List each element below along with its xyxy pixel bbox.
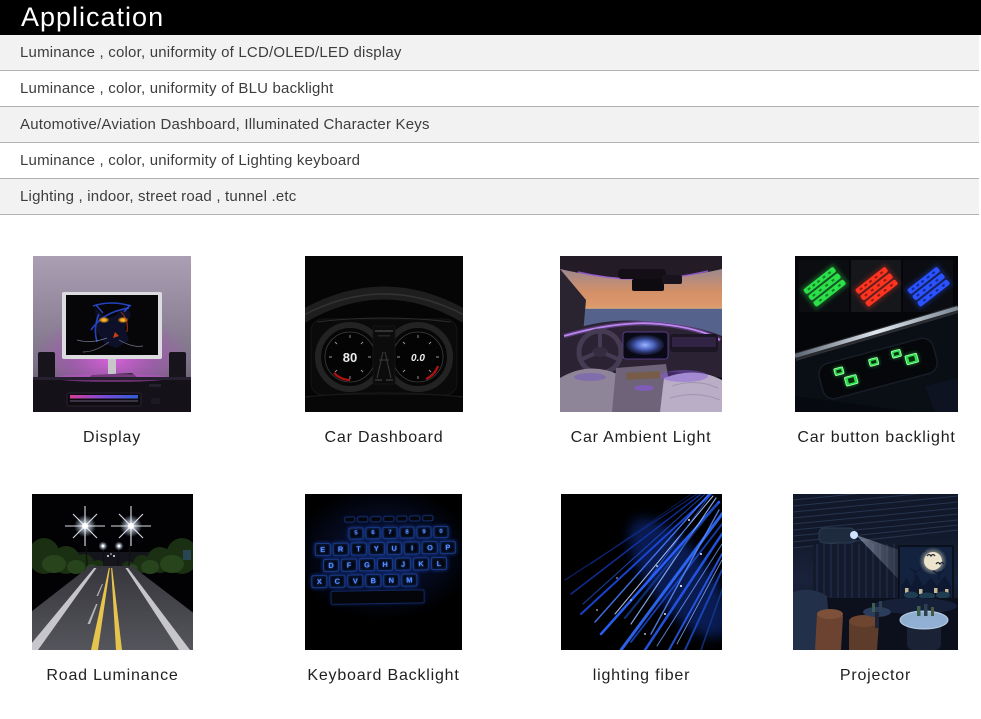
keyboard-spacebar [331, 589, 425, 605]
caption-car-ambient-light: Car Ambient Light [560, 429, 722, 447]
display-image [33, 256, 191, 412]
keyboard-key: 5 [348, 527, 363, 539]
projector-image [793, 494, 958, 650]
speed-readout: 80 [343, 350, 357, 365]
car-ambient-light-photo [560, 256, 722, 412]
gallery-cell-projector: Projector [793, 494, 958, 685]
keyboard-key: G [359, 558, 375, 571]
gallery-cell-car-dashboard: 80 0.0 Car Dashboard [305, 256, 463, 447]
display-photo [33, 256, 191, 412]
keyboard-key: 7 [382, 527, 397, 539]
page: Application Luminance , color, uniformit… [0, 0, 981, 719]
car-button-backlight-image [795, 256, 958, 412]
car-button-backlight-photo [795, 256, 958, 412]
application-list-item: Automotive/Aviation Dashboard, Illuminat… [0, 107, 979, 143]
keyboard-key: Y [368, 542, 384, 555]
gallery-cell-car-button-backlight: Car button backlight [795, 256, 958, 447]
keyboard-key: N [383, 574, 399, 587]
keyboard-key: M [401, 573, 417, 586]
keyboard-key: T [350, 542, 366, 555]
header-bar: Application [0, 0, 981, 35]
keyboard-key: 6 [365, 527, 380, 539]
keyboard-key: J [395, 558, 411, 571]
caption-car-button-backlight: Car button backlight [795, 429, 958, 447]
page-title: Application [0, 2, 164, 33]
keyboard-key: X [311, 575, 327, 588]
gallery-cell-lighting-fiber: lighting fiber [561, 494, 722, 685]
keyboard-top-row: ERTYUIOP [314, 541, 457, 556]
keyboard-key: F [341, 558, 357, 571]
keyboard-key: H [377, 558, 393, 571]
caption-projector: Projector [793, 667, 958, 685]
keyboard-key: C [329, 575, 345, 588]
caption-lighting-fiber: lighting fiber [561, 667, 722, 685]
caption-keyboard-backlight: Keyboard Backlight [305, 667, 462, 685]
keyboard-key: V [347, 574, 363, 587]
keyboard-backlight-photo: 567890 ERTYUIOP DFGHJKL XCVBNM [305, 494, 462, 650]
gallery-cell-display: Display [33, 256, 191, 447]
gallery-cell-keyboard-backlight: 567890 ERTYUIOP DFGHJKL XCVBNM Keyboard … [305, 494, 462, 685]
keyboard-key: I [404, 541, 420, 554]
projector-photo [793, 494, 958, 650]
lighting-fiber-photo [561, 494, 722, 650]
secondary-readout: 0.0 [411, 353, 425, 364]
application-list-item: Luminance , color, uniformity of Lightin… [0, 143, 979, 179]
keyboard-key: B [365, 574, 381, 587]
keyboard-key: L [431, 557, 447, 570]
application-list-item: Luminance , color, uniformity of LCD/OLE… [0, 35, 979, 71]
application-list-item: Luminance , color, uniformity of BLU bac… [0, 71, 979, 107]
road-luminance-photo [32, 494, 193, 650]
keyboard-key: D [323, 559, 339, 572]
keyboard-key: 0 [433, 526, 448, 538]
keyboard-backlight-image: 567890 ERTYUIOP DFGHJKL XCVBNM [305, 494, 462, 650]
caption-road-luminance: Road Luminance [32, 667, 193, 685]
keyboard-key: O [422, 541, 438, 554]
keyboard-key: E [315, 543, 331, 556]
keyboard-home-row: DFGHJKL [322, 557, 457, 572]
keyboard-key: R [333, 543, 349, 556]
keyboard-key: K [413, 557, 429, 570]
lighting-fiber-image [561, 494, 722, 650]
keyboard-key: U [386, 542, 402, 555]
car-dashboard-image: 80 0.0 [305, 256, 463, 412]
keyboard-key: P [440, 541, 456, 554]
caption-car-dashboard: Car Dashboard [305, 429, 463, 447]
gallery-cell-road-luminance: Road Luminance [32, 494, 193, 685]
keyboard-key: 8 [399, 526, 414, 538]
application-list-item: Lighting , indoor, street road , tunnel … [0, 179, 979, 215]
car-ambient-light-image [560, 256, 722, 412]
keyboard-key: 9 [416, 526, 431, 538]
car-dashboard-photo: 80 0.0 [305, 256, 463, 412]
application-list: Luminance , color, uniformity of LCD/OLE… [0, 35, 979, 215]
road-luminance-image [32, 494, 193, 650]
gallery-cell-car-ambient-light: Car Ambient Light [560, 256, 722, 447]
keyboard-number-row: 567890 [347, 526, 456, 540]
caption-display: Display [33, 429, 191, 447]
keyboard-bottom-row: XCVBNM [310, 573, 457, 589]
